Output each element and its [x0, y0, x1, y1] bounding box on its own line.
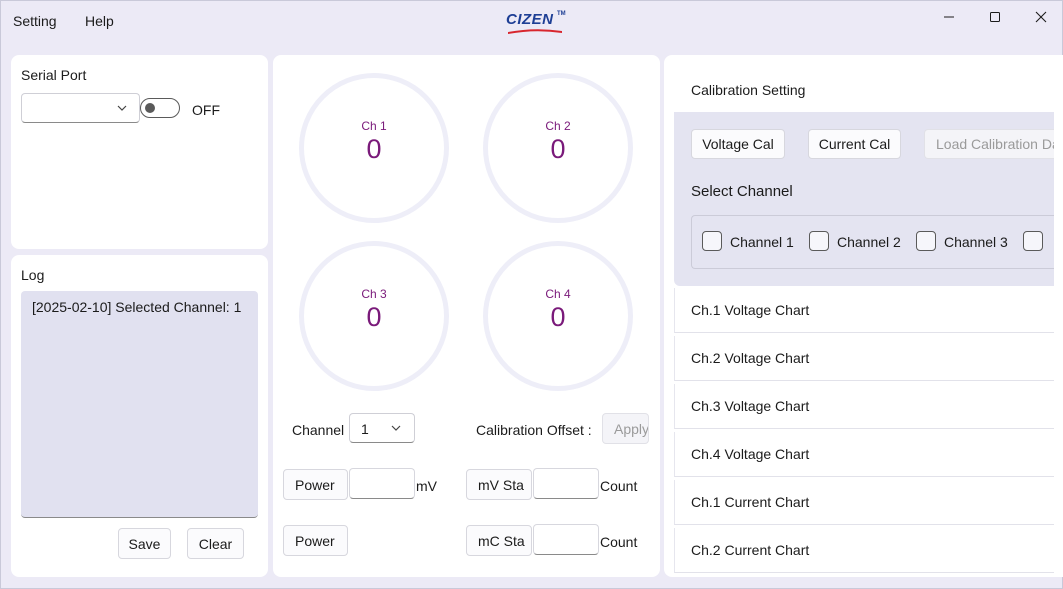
count-label-2: Count — [600, 534, 638, 550]
gauge-value: 0 — [550, 134, 566, 164]
serial-port-panel — [11, 55, 268, 249]
maximize-button[interactable] — [985, 7, 1005, 27]
menu-setting[interactable]: Setting — [13, 13, 57, 29]
current-cal-button[interactable]: Current Cal — [808, 129, 901, 159]
toggle-state-label: OFF — [192, 102, 220, 118]
chart-row-label: Ch.3 Voltage Chart — [691, 398, 810, 414]
channel-1-checkbox[interactable] — [702, 231, 722, 251]
ch2-voltage-chart-expander[interactable]: Ch.2 Voltage Chart — [674, 336, 1054, 381]
gauge-value: 0 — [366, 302, 382, 332]
gauge-label: Ch 2 — [545, 119, 571, 133]
ch2-current-chart-expander[interactable]: Ch.2 Current Chart — [674, 528, 1054, 573]
channel-2-checkbox[interactable] — [809, 231, 829, 251]
channel-3-checkbox[interactable] — [916, 231, 936, 251]
mv-count-input[interactable] — [533, 468, 599, 499]
power-button-1[interactable]: Power — [283, 469, 348, 500]
chart-row-label: Ch.1 Voltage Chart — [691, 302, 810, 318]
serial-port-select[interactable] — [21, 93, 140, 123]
gauge-ch4: Ch 4 0 — [483, 241, 633, 391]
gauge-value: 0 — [366, 134, 382, 164]
save-button[interactable]: Save — [118, 528, 171, 559]
mv-standard-button[interactable]: mV Sta — [466, 469, 532, 500]
channel-2-label: Channel 2 — [837, 234, 901, 250]
serial-port-title: Serial Port — [21, 67, 87, 83]
gauge-ch2: Ch 2 0 — [483, 73, 633, 223]
gauge-ch1: Ch 1 0 — [299, 73, 449, 223]
mc-count-input[interactable] — [533, 524, 599, 555]
clear-button[interactable]: Clear — [187, 528, 244, 559]
log-textarea[interactable]: [2025-02-10] Selected Channel: 1 — [21, 291, 258, 518]
calibration-offset-label: Calibration Offset : — [476, 422, 592, 438]
gauge-label: Ch 1 — [361, 119, 387, 133]
ch3-voltage-chart-expander[interactable]: Ch.3 Voltage Chart — [674, 384, 1054, 429]
ch1-current-chart-expander[interactable]: Ch.1 Current Chart — [674, 480, 1054, 525]
cizen-logo: CIZEN TM — [506, 11, 566, 34]
voltage-cal-button[interactable]: Voltage Cal — [691, 129, 785, 159]
gauge-label: Ch 4 — [545, 287, 571, 301]
minimize-icon — [944, 16, 954, 18]
gauge-value: 0 — [550, 302, 566, 332]
chart-row-label: Ch.1 Current Chart — [691, 494, 810, 510]
logo-text: CIZEN — [506, 11, 554, 28]
mc-standard-button[interactable]: mC Sta — [466, 525, 532, 556]
ch1-voltage-chart-expander[interactable]: Ch.1 Voltage Chart — [674, 288, 1054, 333]
log-line: [2025-02-10] Selected Channel: 1 — [32, 299, 242, 315]
apply-button[interactable]: Apply — [602, 413, 649, 444]
close-icon — [1035, 11, 1047, 23]
maximize-icon — [990, 12, 1000, 22]
power-button-2[interactable]: Power — [283, 525, 348, 556]
channel-4-checkbox[interactable] — [1023, 231, 1043, 251]
chevron-down-icon — [391, 425, 401, 431]
count-label-1: Count — [600, 478, 638, 494]
logo-swoosh-icon — [508, 29, 562, 34]
chart-row-label: Ch.4 Voltage Chart — [691, 446, 810, 462]
serial-connect-toggle[interactable] — [140, 98, 180, 118]
logo-tm: TM — [557, 11, 566, 17]
gauge-label: Ch 3 — [361, 287, 387, 301]
mv-unit-label: mV — [416, 478, 437, 494]
gauge-ch3: Ch 3 0 — [299, 241, 449, 391]
channel-label: Channel — [292, 422, 345, 438]
calibration-setting-header[interactable]: Calibration Setting — [674, 66, 1054, 112]
menu-help[interactable]: Help — [85, 13, 114, 29]
ch4-voltage-chart-expander[interactable]: Ch.4 Voltage Chart — [674, 432, 1054, 477]
app-window: Setting Help CIZEN TM Serial Port OFF Lo… — [0, 0, 1063, 589]
load-calibration-button[interactable]: Load Calibration Da — [924, 129, 1054, 159]
toggle-knob — [145, 103, 155, 113]
channel-3-label: Channel 3 — [944, 234, 1008, 250]
chart-row-label: Ch.2 Current Chart — [691, 542, 810, 558]
minimize-button[interactable] — [939, 7, 959, 27]
channel-1-label: Channel 1 — [730, 234, 794, 250]
channel-select[interactable]: 1 — [349, 413, 415, 443]
chart-row-label: Ch.2 Voltage Chart — [691, 350, 810, 366]
select-channel-label: Select Channel — [691, 183, 793, 200]
channel-select-value: 1 — [361, 421, 369, 437]
mv-input[interactable] — [349, 468, 415, 499]
chevron-down-icon — [117, 105, 127, 111]
log-title: Log — [21, 267, 45, 283]
close-button[interactable] — [1031, 7, 1051, 27]
calibration-setting-title: Calibration Setting — [691, 82, 806, 98]
